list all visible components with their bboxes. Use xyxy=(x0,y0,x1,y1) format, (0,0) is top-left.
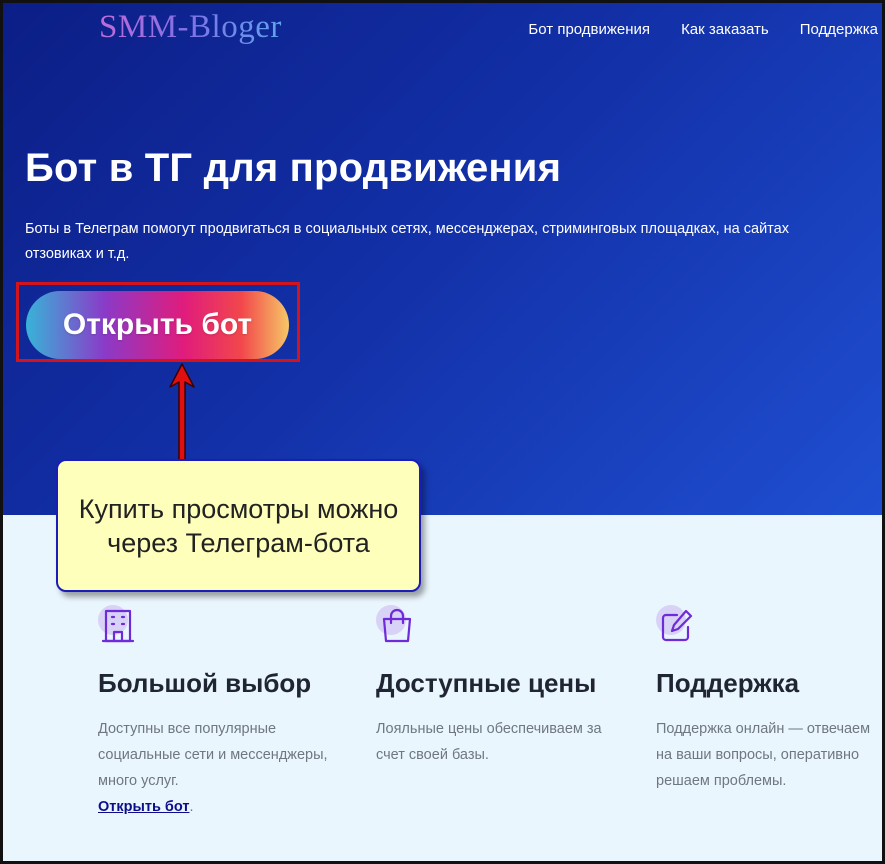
building-icon xyxy=(102,609,135,643)
feature-title: Доступные цены xyxy=(376,668,597,698)
feature-affordable-prices: Доступные цены Лояльные цены обеспечивае… xyxy=(376,603,626,768)
annotation-callout: Купить просмотры можно через Телеграм-бо… xyxy=(56,459,421,592)
feature-text: Поддержка онлайн — отвечаем на ваши вопр… xyxy=(656,721,871,789)
annotation-arrow-icon xyxy=(169,363,195,463)
feature-text: Доступны все популярные социальные сети … xyxy=(98,721,328,815)
shopping-bag-icon xyxy=(382,608,412,643)
feature-icon-wrap xyxy=(98,603,142,647)
open-bot-button[interactable]: Открыть бот xyxy=(26,291,289,359)
nav-link-promotion-bot[interactable]: Бот продвижения xyxy=(528,21,650,38)
edit-icon xyxy=(661,609,693,642)
feature-text: Лояльные цены обеспечиваем за счет своей… xyxy=(376,721,602,763)
feature-icon-wrap xyxy=(656,603,700,647)
feature-open-bot-link[interactable]: Открыть бот xyxy=(98,799,189,815)
feature-title: Поддержка xyxy=(656,668,800,698)
hero-description: Боты в Телеграм помогут продвигаться в с… xyxy=(25,221,789,262)
callout-text: Купить просмотры можно через Телеграм-бо… xyxy=(78,493,399,558)
site-logo[interactable]: SMM-Bloger xyxy=(99,9,282,46)
nav-link-how-to-order[interactable]: Как заказать xyxy=(681,21,769,38)
feature-wide-choice: Большой выбор Доступны все популярные со… xyxy=(98,603,348,820)
hero-title: Бот в ТГ для продвижения xyxy=(25,146,562,190)
main-nav: Бот продвижения Как заказать Поддержка xyxy=(528,21,878,38)
feature-title: Большой выбор xyxy=(98,668,312,698)
hero-section: SMM-Bloger Бот продвижения Как заказать … xyxy=(3,3,882,515)
nav-link-support[interactable]: Поддержка xyxy=(800,21,878,38)
feature-support: Поддержка Поддержка онлайн — отвечаем на… xyxy=(656,603,882,794)
feature-icon-wrap xyxy=(376,603,420,647)
page-frame: SMM-Bloger Бот продвижения Как заказать … xyxy=(0,0,885,864)
